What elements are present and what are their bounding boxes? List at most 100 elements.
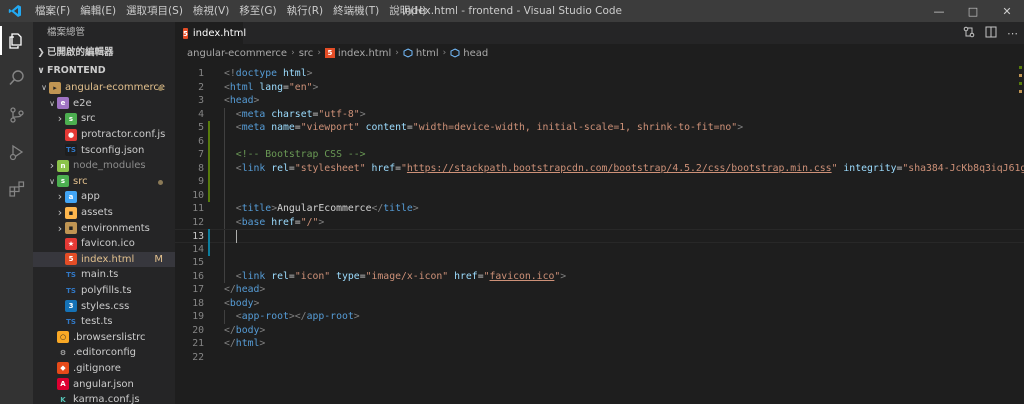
open-editors-label: 已開啟的編輯器 <box>47 47 114 58</box>
code-line: 6 <box>175 134 1024 148</box>
folder-src-icon: s <box>57 175 69 188</box>
tree-item-label: environments <box>81 222 150 234</box>
code-token: > <box>359 108 366 120</box>
line-number: 6 <box>198 135 204 147</box>
code-token: title <box>383 203 413 214</box>
tree-item-protractor-conf-js[interactable]: ● protractor.conf.js <box>33 127 175 143</box>
menu-item-1[interactable]: 編輯(E) <box>75 0 121 22</box>
menu-item-2[interactable]: 選取項目(S) <box>121 0 188 22</box>
chevron-right-icon: › <box>49 159 55 173</box>
source-control-icon[interactable] <box>0 96 33 133</box>
code-token: link <box>241 270 266 282</box>
code-token: integrity <box>843 162 897 174</box>
tree-item-label: node_modules <box>73 160 146 172</box>
code-text: <html lang="en"> <box>224 81 318 95</box>
folder-assets-icon: ▪ <box>65 206 77 219</box>
tree-item-e2e[interactable]: ∨ e e2e <box>33 96 175 112</box>
code-token: "utf-8" <box>318 108 360 120</box>
tree-item-label: src <box>73 175 88 187</box>
open-editors-section[interactable]: ❯ 已開啟的編輯器 <box>33 44 175 62</box>
tab-label: index.html <box>192 28 247 39</box>
tree-item-angular-ecommerce[interactable]: ∨ ▸ angular-ecommerce <box>33 80 175 96</box>
tsconfig-icon: TS <box>65 144 77 157</box>
open-changes-icon[interactable] <box>963 26 975 41</box>
code-token: link <box>241 162 266 174</box>
search-icon[interactable] <box>0 59 33 96</box>
editor-area: 5 index.html ⋯ angular-ecommerce › src › 5 in… <box>175 22 1024 404</box>
code-text: </html> <box>224 337 265 351</box>
git-added-marker <box>208 175 210 189</box>
tree-item-angular-json[interactable]: Aangular.json <box>33 376 175 392</box>
breadcrumb-item[interactable]: angular-ecommerce <box>187 48 287 59</box>
code-text: <app-root></app-root> <box>236 310 360 324</box>
explorer-icon[interactable] <box>0 22 33 59</box>
ts-icon: TS <box>65 315 77 328</box>
split-editor-icon[interactable] <box>985 26 997 41</box>
tree-item-tsconfig-json[interactable]: TS tsconfig.json <box>33 142 175 158</box>
tree-item-favicon-ico[interactable]: ★ favicon.ico <box>33 236 175 252</box>
tree-item-label: src <box>81 113 96 125</box>
more-actions-icon[interactable]: ⋯ <box>1007 27 1018 40</box>
tree-item-label: protractor.conf.js <box>81 129 166 141</box>
menu-item-7[interactable]: 說明(H) <box>384 0 431 22</box>
tree-item-gitignore[interactable]: ◆ .gitignore <box>33 361 175 377</box>
tree-item-src[interactable]: ∨ s src <box>33 174 175 190</box>
tree-item-styles-css[interactable]: 3 styles.css <box>33 298 175 314</box>
code-token: href <box>271 216 295 228</box>
code-line: 19 <app-root></app-root> <box>175 310 1024 324</box>
code-token: type <box>336 270 360 282</box>
tree-item-polyfills-ts[interactable]: TS polyfills.ts <box>33 283 175 299</box>
code-token: html <box>229 81 254 93</box>
breadcrumb-item[interactable]: head <box>463 48 488 59</box>
run-debug-icon[interactable] <box>0 133 33 170</box>
css-icon: 3 <box>65 300 77 313</box>
code-token: "image/x-icon" <box>365 270 449 282</box>
close-icon[interactable]: ✕ <box>990 0 1024 22</box>
code-token: > <box>259 284 266 295</box>
breadcrumb-item[interactable]: html <box>416 48 439 59</box>
folder-section[interactable]: ∨ FRONTEND <box>33 62 175 80</box>
tree-item-browserslistrc[interactable]: ○ .browserslistrc <box>33 330 175 346</box>
menu-item-4[interactable]: 移至(G) <box>234 0 281 22</box>
tab-index-html[interactable]: 5 index.html <box>175 22 247 44</box>
menu-item-3[interactable]: 檢視(V) <box>188 0 234 22</box>
code-text: <meta name="viewport" content="width=dev… <box>236 121 743 135</box>
tree-item-src[interactable]: › s src <box>33 111 175 127</box>
tree-item-index-html[interactable]: 5 index.html M <box>33 251 175 268</box>
line-number: 10 <box>192 189 204 201</box>
code-editor[interactable]: 1 <!doctype html> 2 <html lang="en"> 3 <head>… <box>175 62 1024 404</box>
tree-item-label: .gitignore <box>73 362 121 374</box>
tree-item-test-ts[interactable]: TS test.ts <box>33 314 175 330</box>
editor-actions: ⋯ <box>963 22 1018 44</box>
breadcrumb-item[interactable]: src <box>299 48 314 59</box>
menu-item-5[interactable]: 執行(R) <box>282 0 329 22</box>
extensions-icon[interactable] <box>0 170 33 207</box>
folder-src-icon: s <box>65 112 77 125</box>
maximize-icon[interactable]: □ <box>956 0 990 22</box>
indent-guide <box>224 188 225 202</box>
line-number: 5 <box>198 122 204 133</box>
tree-item-assets[interactable]: › ▪ assets <box>33 205 175 221</box>
code-text: <!doctype html> <box>224 67 313 81</box>
browserslist-icon: ○ <box>57 331 69 344</box>
code-text: <meta charset="utf-8"> <box>236 108 366 122</box>
indent-guide <box>224 121 225 135</box>
tree-item-editorconfig[interactable]: ⚙ .editorconfig <box>33 345 175 361</box>
menu-item-6[interactable]: 終端機(T) <box>328 0 384 22</box>
tree-item-label: styles.css <box>81 300 130 312</box>
code-token: href <box>454 270 478 282</box>
breadcrumb-item[interactable]: index.html <box>338 48 391 59</box>
tree-item-environments[interactable]: › ▪ environments <box>33 220 175 236</box>
tree-item-node-modules[interactable]: › n node_modules <box>33 158 175 174</box>
tree-item-app[interactable]: › a app <box>33 189 175 205</box>
tree-item-main-ts[interactable]: TS main.ts <box>33 267 175 283</box>
indent-guide <box>224 230 225 244</box>
code-text: <link rel="stylesheet" href="https://sta… <box>236 162 1024 176</box>
code-line: 1 <!doctype html> <box>175 67 1024 81</box>
code-token: > <box>560 270 567 282</box>
tree-item-label: assets <box>81 207 113 219</box>
minimize-icon[interactable]: — <box>922 0 956 22</box>
tree-item-karma-conf-js[interactable]: Kkarma.conf.js <box>33 392 175 404</box>
menu-item-0[interactable]: 檔案(F) <box>30 0 75 22</box>
git-added-marker <box>208 188 210 202</box>
